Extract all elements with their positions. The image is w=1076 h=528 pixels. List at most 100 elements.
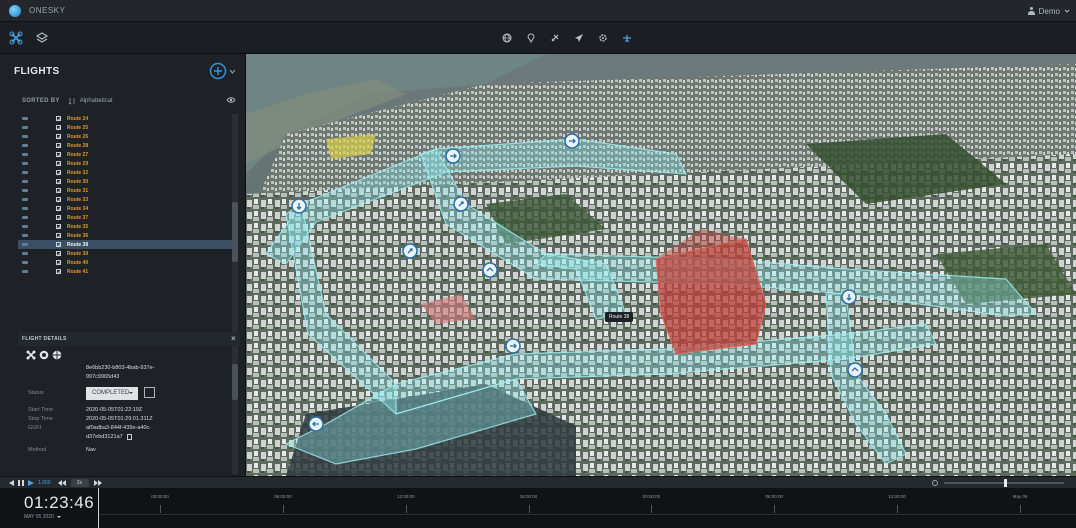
pin-icon[interactable] <box>521 28 541 48</box>
route-checkbox[interactable] <box>56 125 61 130</box>
visibility-toggle-icon[interactable] <box>22 180 28 183</box>
route-checkbox[interactable] <box>56 161 61 166</box>
user-menu[interactable]: Demo <box>1027 3 1070 19</box>
route-checkbox[interactable] <box>56 134 61 139</box>
visibility-toggle-icon[interactable] <box>22 225 28 228</box>
zoom-out-icon[interactable] <box>932 480 938 486</box>
route-checkbox[interactable] <box>56 260 61 265</box>
sort-label: SORTED BY <box>22 98 60 104</box>
timeline-zoom-slider[interactable] <box>930 479 1070 487</box>
route-item[interactable]: Route 39 <box>18 249 232 258</box>
visibility-toggle-icon[interactable] <box>22 171 28 174</box>
route-checkbox[interactable] <box>56 233 61 238</box>
visibility-toggle-icon[interactable] <box>22 144 28 147</box>
visibility-toggle-icon[interactable] <box>22 126 28 129</box>
route-item[interactable]: Route 28 <box>18 141 232 150</box>
route-item[interactable]: Route 33 <box>18 195 232 204</box>
route-item[interactable]: Route 30 <box>18 177 232 186</box>
route-item[interactable]: Route 27 <box>18 150 232 159</box>
map-viewport[interactable]: Route 38 <box>246 54 1076 476</box>
visibility-toggle-icon[interactable] <box>22 216 28 219</box>
copy-icon[interactable] <box>126 433 132 440</box>
close-icon[interactable]: × <box>231 334 236 343</box>
flight-details-icons <box>26 350 62 360</box>
rewind-icon[interactable] <box>57 478 67 488</box>
scrollbar-thumb[interactable] <box>232 202 238 262</box>
globe-icon[interactable] <box>497 28 517 48</box>
playback-speed[interactable]: 1.000 <box>38 480 51 486</box>
visibility-toggle-icon[interactable] <box>22 135 28 138</box>
route-item[interactable]: Route 29 <box>18 159 232 168</box>
settings-icon[interactable] <box>593 28 613 48</box>
timeline-axis: 00:00:00 06:00:00 12:00:00 18:00:00 00:00:00… <box>100 488 1076 528</box>
route-checkbox[interactable] <box>56 188 61 193</box>
sort-row[interactable]: SORTED BY Alphabetical <box>0 92 246 110</box>
route-name: Route 24 <box>67 115 89 122</box>
route-item[interactable]: Route 35 <box>18 222 232 231</box>
zoom-handle[interactable] <box>1004 479 1007 487</box>
route-checkbox[interactable] <box>56 197 61 202</box>
scrollbar-thumb[interactable] <box>232 364 238 400</box>
chevron-down-icon <box>229 69 236 74</box>
status-edit-button[interactable] <box>143 387 155 399</box>
route-item[interactable]: Route 31 <box>18 186 232 195</box>
visibility-toggle-icon[interactable] <box>22 153 28 156</box>
timeline-cursor[interactable] <box>98 488 99 528</box>
fast-forward-icon[interactable] <box>93 478 103 488</box>
route-checkbox[interactable] <box>56 224 61 229</box>
visibility-toggle-icon[interactable] <box>22 270 28 273</box>
status-select[interactable]: COMPLETED <box>86 387 138 400</box>
route-checkbox[interactable] <box>56 242 61 247</box>
step-back-icon[interactable] <box>6 478 16 488</box>
route-item[interactable]: Route 26 <box>18 132 232 141</box>
visibility-toggle-icon[interactable] <box>22 162 28 165</box>
aircraft-icon[interactable] <box>545 28 565 48</box>
visibility-toggle-icon[interactable] <box>22 243 28 246</box>
route-item[interactable]: Route 41 <box>18 267 232 276</box>
date-selector[interactable]: MAY 05 2020 <box>24 514 61 520</box>
route-item[interactable]: Route 32 <box>18 168 232 177</box>
add-flight-button[interactable] <box>209 62 236 80</box>
route-item[interactable]: Route 36 <box>18 231 232 240</box>
visibility-toggle-icon[interactable] <box>22 207 28 210</box>
timeline-tick <box>405 505 407 513</box>
route-item[interactable]: Route 34 <box>18 204 232 213</box>
route-item[interactable]: Route 25 <box>18 123 232 132</box>
visibility-toggle-icon[interactable] <box>22 261 28 264</box>
layers-icon[interactable] <box>32 28 52 48</box>
route-item[interactable]: Route 40 <box>18 258 232 267</box>
route-checkbox[interactable] <box>56 143 61 148</box>
route-name: Route 25 <box>67 124 89 131</box>
route-checkbox[interactable] <box>56 215 61 220</box>
route-item[interactable]: Route 24 <box>18 114 232 123</box>
drone-icon[interactable] <box>26 350 36 360</box>
visibility-toggle-icon[interactable] <box>22 234 28 237</box>
drone-icon[interactable] <box>6 28 26 48</box>
visibility-toggle-icon[interactable] <box>22 198 28 201</box>
plane-icon[interactable] <box>617 28 637 48</box>
visibility-toggle-icon[interactable] <box>22 189 28 192</box>
route-checkbox[interactable] <box>56 179 61 184</box>
camera-icon[interactable] <box>39 350 49 360</box>
route-checkbox[interactable] <box>56 206 61 211</box>
route-checkbox[interactable] <box>56 269 61 274</box>
route-checkbox[interactable] <box>56 116 61 121</box>
speed-multiplier[interactable]: 2x <box>70 478 89 487</box>
route-checkbox[interactable] <box>56 251 61 256</box>
app-logo <box>9 4 21 17</box>
route-item[interactable]: Route 37 <box>18 213 232 222</box>
route-checkbox[interactable] <box>56 170 61 175</box>
play-icon[interactable] <box>26 478 36 488</box>
send-icon[interactable] <box>569 28 589 48</box>
pause-icon[interactable] <box>16 478 26 488</box>
timeline[interactable]: 01:23:46 MAY 05 2020 00:00:00 06:00:00 12:… <box>0 488 1076 528</box>
globe-icon[interactable] <box>52 350 62 360</box>
route-item[interactable]: Route 38 <box>18 240 232 249</box>
sort-value: Alphabetical <box>79 98 113 104</box>
route-checkbox[interactable] <box>56 152 61 157</box>
chevron-down-icon <box>1064 9 1070 13</box>
details-scrollbar[interactable] <box>232 364 238 474</box>
visibility-toggle-icon[interactable] <box>22 252 28 255</box>
visibility-toggle-icon[interactable] <box>22 117 28 120</box>
eye-icon[interactable] <box>226 96 236 106</box>
